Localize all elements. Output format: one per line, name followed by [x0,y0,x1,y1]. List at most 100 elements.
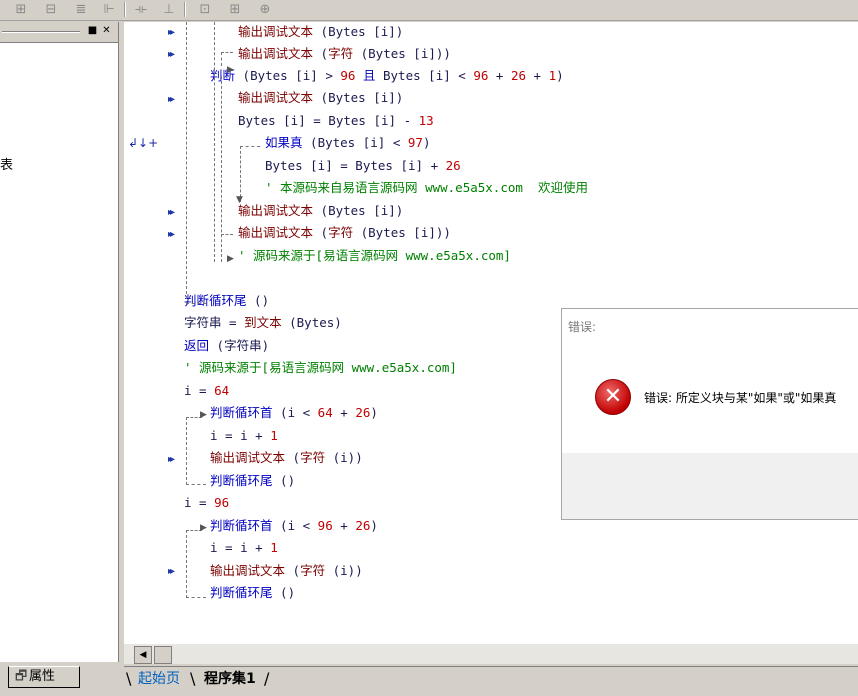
code-line[interactable]: ' 源码来源于[易语言源码网 www.e5a5x.com] [238,248,511,264]
properties-tab[interactable]: 🗗 属性 [8,666,80,688]
flow-line [221,52,233,53]
code-token: i = i + [210,428,271,443]
code-line[interactable]: 输出调试文本 (Bytes [i]) [238,24,403,40]
dialog-message: 错误: 所定义块与某"如果"或"如果真 [644,391,837,405]
editor-gutter [124,22,151,644]
code-line[interactable]: ' 本源码来自易语言源码网 www.e5a5x.com 欢迎使用 [265,180,588,196]
code-token: 且 [362,68,376,83]
code-line[interactable]: 判断循环尾 () [210,585,295,601]
code-line[interactable]: Bytes [i] = Bytes [i] - 13 [238,113,434,129]
code-line[interactable]: 判断循环首 (i < 96 + 26) [210,518,378,534]
document-tabs: \ 起始页 \ 程序集1 / [124,666,858,696]
flow-line [186,303,206,304]
debug-marker-icon: ▸▸ [168,27,175,38]
align-icon[interactable]: ⊞ [12,1,30,19]
code-line[interactable]: i = i + 1 [210,428,278,444]
code-line[interactable]: 判断循环首 (i < 64 + 26) [210,405,378,421]
spacing-icon[interactable]: ⊩ [100,1,118,19]
code-line[interactable]: i = 64 [184,383,229,399]
code-token: (i < [272,405,318,420]
flow-line [240,146,241,202]
code-token: (Bytes) [281,315,342,330]
code-line[interactable]: ' 源码来源于[易语言源码网 www.e5a5x.com] [184,360,457,376]
height-icon[interactable]: ⊥ [160,1,178,19]
code-line[interactable]: i = i + 1 [210,540,278,556]
code-token: 96 [214,495,230,510]
code-token: 判断循环尾 [210,585,273,600]
tab-start-page[interactable]: 起始页 [134,669,184,689]
code-token: 判断循环首 [210,518,273,533]
code-token: i = [184,495,215,510]
width-icon[interactable]: ⟛ [132,1,150,19]
code-token: 判断循环尾 [210,473,273,488]
dialog-footer [562,453,858,519]
code-token: ( [285,563,301,578]
code-line[interactable]: 输出调试文本 (字符 (i)) [210,563,363,579]
code-line[interactable]: 判断 (Bytes [i] > 96 且 Bytes [i] < 96 + 26… [210,68,564,84]
code-token: (Bytes [i])) [353,46,451,61]
flow-line [221,52,222,66]
code-token: 26 [355,405,371,420]
code-line[interactable]: Bytes [i] = Bytes [i] + 26 [265,158,461,174]
code-token: ' 源码来源于[易语言源码网 www.e5a5x.com] [184,360,457,375]
code-token: Bytes [i] = Bytes [i] - [238,113,419,128]
code-token: 字符 [328,225,354,240]
properties-tab-label: 属性 [29,669,56,684]
resize-icon[interactable]: ⊕ [256,1,274,19]
distribute-icon[interactable]: ≣ [72,1,90,19]
code-token: 输出调试文本 [238,24,314,39]
code-token: () [272,473,296,488]
code-line[interactable]: 判断循环尾 () [210,473,295,489]
scroll-thumb[interactable] [154,646,172,664]
tab-program-set[interactable]: 程序集1 [200,669,260,689]
code-token: 64 [317,405,333,420]
code-token: + [526,68,549,83]
panel-text: 表 [0,158,14,173]
code-line[interactable]: 输出调试文本 (字符 (i)) [210,450,363,466]
code-line[interactable]: i = 96 [184,495,229,511]
code-token: () [272,585,296,600]
code-line[interactable]: 输出调试文本 (Bytes [i]) [238,203,403,219]
code-token: i = [184,383,215,398]
flow-line [186,597,206,598]
code-token: ) [422,135,431,150]
code-token: (i)) [325,450,363,465]
flow-arrow-icon: ▶ [227,65,234,75]
horizontal-scrollbar[interactable]: ◀ [124,644,858,664]
debug-marker-icon: ▸▸ [168,94,175,105]
close-icon[interactable]: ✕ [100,25,113,37]
maximize-icon[interactable]: ■ [86,25,99,37]
code-token: + [332,518,356,533]
code-token: 96 [340,68,356,83]
code-token: 如果真 [265,135,303,150]
code-token: ' 源码来源于[易语言源码网 www.e5a5x.com] [238,248,511,263]
code-line[interactable]: 判断循环尾 () [184,293,269,309]
code-token: 输出调试文本 [238,46,314,61]
flow-line [240,146,260,147]
code-token: (Bytes [i]) [313,90,404,105]
code-token: 判断循环尾 [184,293,247,308]
code-token: (Bytes [i]) [313,24,404,39]
grid-icon[interactable]: ⊞ [226,1,244,19]
code-token: 到文本 [244,315,282,330]
debug-marker-icon: ▸▸ [168,49,175,60]
flow-arrow-icon: ▶ [200,410,207,420]
code-token: 返回 [184,338,210,353]
size-icon[interactable]: ⊡ [196,1,214,19]
flow-arrow-icon: ▼ [236,195,243,205]
code-line[interactable]: 如果真 (Bytes [i] < 97) [265,135,430,151]
code-line[interactable]: 输出调试文本 (字符 (Bytes [i])) [238,46,451,62]
code-token: (i < [272,518,318,533]
code-line[interactable]: 字符串 = 到文本 (Bytes) [184,315,342,331]
scroll-left-icon[interactable]: ◀ [134,646,152,664]
code-line[interactable]: 返回 (字符串) [184,338,269,354]
code-token: 97 [407,135,423,150]
code-line[interactable]: 输出调试文本 (字符 (Bytes [i])) [238,225,451,241]
center-icon[interactable]: ⊟ [42,1,60,19]
code-token: (Bytes [i] < [302,135,408,150]
code-token: (Bytes [i]) [313,203,404,218]
code-token: 输出调试文本 [210,450,286,465]
code-token: 输出调试文本 [238,225,314,240]
code-token: 96 [473,68,489,83]
code-line[interactable]: 输出调试文本 (Bytes [i]) [238,90,403,106]
